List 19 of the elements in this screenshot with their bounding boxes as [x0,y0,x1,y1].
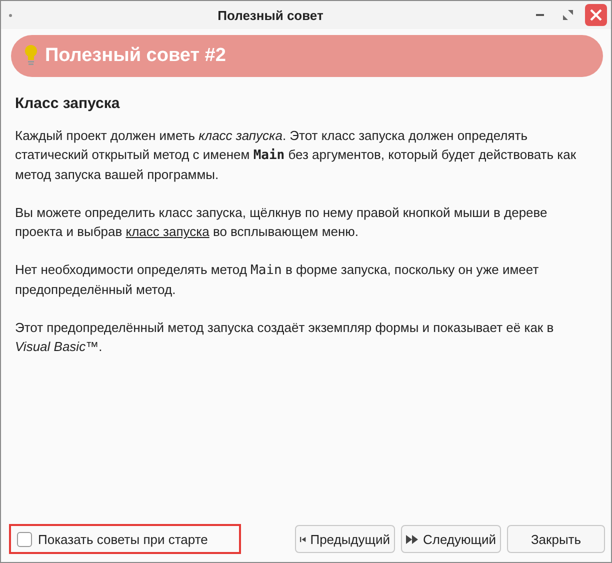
fast-forward-icon [406,534,419,544]
close-button[interactable] [585,4,607,26]
banner-title: Полезный совет #2 [45,45,226,67]
tip-paragraph: Вы можете определить класс запуска, щёлкнув по нему правой кнопкой мыши в дереве проекта и выбрав класс запуска во всплывающем меню. [15,204,548,241]
tip-paragraph: Нет необходимости определять метод Main в форме запуска, поскольку он уже имеет предопределённый метод. [15,261,540,299]
light-bulb-icon [25,45,37,67]
tip-heading: Класс запуска [15,95,121,112]
dot-icon [9,14,12,16]
maximize-icon [563,10,573,20]
close-icon [590,9,602,21]
tip-paragraph: Этот предопределённый метод запуска создаёт экземпляр формы и показывает её как в Visual Basic™. [15,319,555,356]
previous-button[interactable]: Предыдущий [295,525,395,553]
tip-paragraph: Каждый проект должен иметь класс запуска. Этот класс запуска должен определять статический открытый метод с именем Main без аргументов, который будет действовать как метод запуска вашей программы. [15,127,578,184]
link[interactable]: класс запуска [126,224,210,239]
minimize-icon [536,14,544,16]
next-button[interactable]: Следующий [401,525,501,553]
show-tips-checkbox[interactable]: Показать советы при старте [9,524,241,554]
window-title: Полезный совет [216,8,324,22]
close-dialog-button[interactable]: Закрыть [507,525,605,553]
